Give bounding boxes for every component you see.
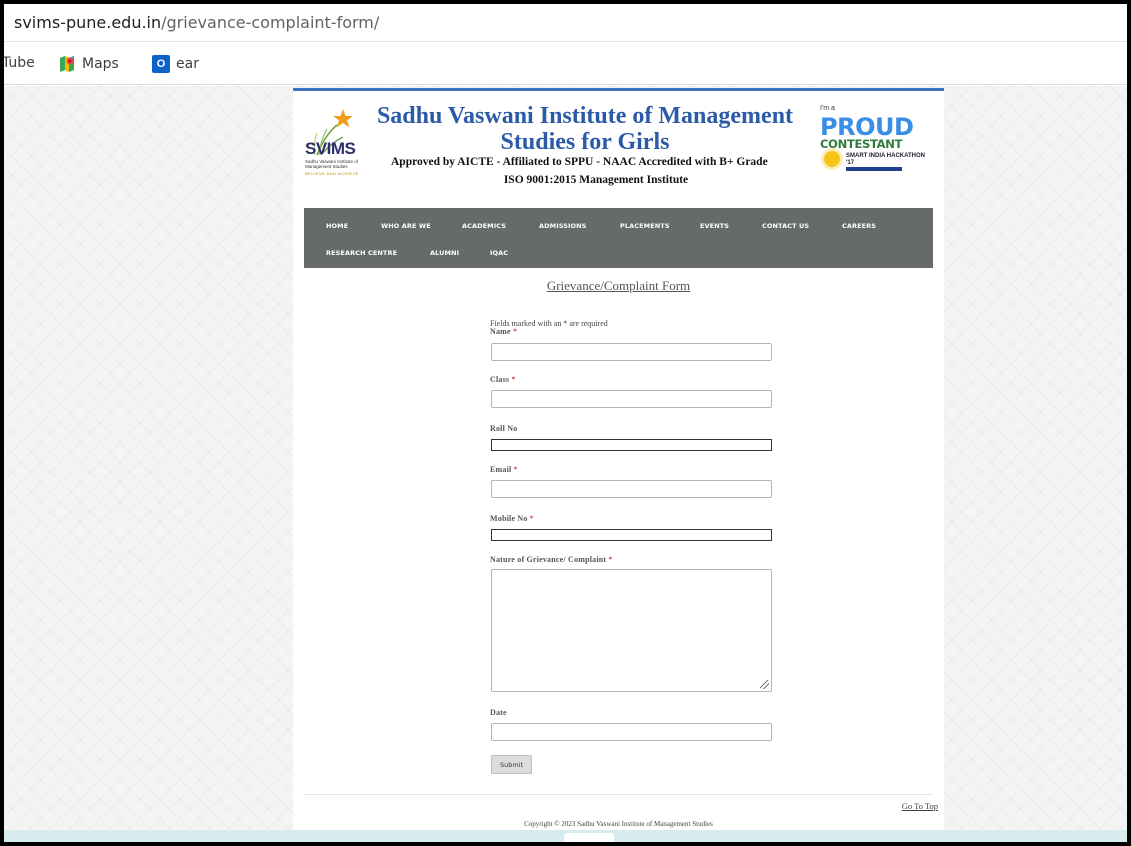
name-label-text: Name (490, 327, 511, 336)
badge-event: SMART INDIA HACKATHON '17 (846, 153, 925, 166)
institute-title: Sadhu Vaswani Institute of Management St… (376, 103, 794, 155)
roll-no-label: Roll No (490, 424, 517, 433)
class-label: Class * (490, 375, 516, 384)
resize-grip-icon[interactable] (760, 680, 769, 689)
date-label: Date (490, 708, 507, 717)
logo-subtext: Sadhu Vaswani Institute of Management St… (305, 159, 358, 169)
iso-text: ISO 9001:2015 Management Institute (503, 174, 689, 186)
nav-placements[interactable]: PLACEMENTS (620, 222, 670, 230)
bulb-icon (824, 151, 840, 167)
footer-divider (304, 794, 933, 795)
address-bar[interactable]: svims-pune.edu.in/grievance-complaint-fo… (4, 4, 1127, 42)
browser-window: svims-pune.edu.in/grievance-complaint-fo… (4, 4, 1127, 842)
nav-who-are-we[interactable]: WHO ARE WE (381, 222, 431, 230)
complaint-textarea[interactable] (491, 569, 772, 692)
required-marker: * (513, 327, 518, 336)
nav-iqac[interactable]: IQAC (490, 249, 508, 257)
bookmark-maps[interactable]: Maps (58, 55, 119, 73)
bookmark-outlook[interactable]: O ear (152, 55, 199, 73)
go-to-top-link[interactable]: Go To Top (902, 801, 938, 811)
name-input[interactable] (491, 343, 772, 361)
submit-button[interactable]: Submit (491, 755, 532, 774)
page-content: SVIMS Sadhu Vaswani Institute of Managem… (293, 88, 944, 830)
nav-research-centre[interactable]: RESEARCH CENTRE (326, 249, 397, 257)
roll-no-input[interactable] (491, 439, 772, 451)
complaint-label-text: Nature of Grievance/ Complaint (490, 555, 607, 564)
email-input[interactable] (491, 480, 772, 498)
form-title: Grievance/Complaint Form (546, 278, 691, 293)
outlook-icon: O (152, 55, 170, 73)
url-text[interactable]: svims-pune.edu.in/grievance-complaint-fo… (14, 13, 379, 32)
required-marker: * (529, 514, 534, 523)
badge-bar (846, 167, 902, 171)
url-path: /grievance-complaint-form/ (161, 13, 380, 32)
name-label: Name * (490, 327, 517, 336)
nav-events[interactable]: EVENTS (700, 222, 729, 230)
date-input[interactable] (491, 723, 772, 741)
main-nav: HOME WHO ARE WE ACADEMICS ADMISSIONS PLA… (304, 208, 933, 268)
date-label-text: Date (490, 708, 507, 717)
logo-tagline: BELIEVE AND ACHIEVE (305, 171, 359, 176)
bookmark-maps-label: Maps (82, 56, 119, 72)
class-label-text: Class (490, 375, 510, 384)
proud-contestant-badge[interactable]: I'm a PROUD CONTESTANT SMART INDIA HACKA… (816, 105, 926, 185)
copyright-text: Copyright © 2023 Sadhu Vaswani Institute… (524, 820, 713, 828)
required-marker: * (608, 555, 613, 564)
nav-admissions[interactable]: ADMISSIONS (539, 222, 586, 230)
bookmark-outlook-label: ear (176, 56, 199, 72)
maps-icon (58, 55, 76, 73)
bookmark-youtube-label: Tube (4, 55, 35, 71)
complaint-label: Nature of Grievance/ Complaint * (490, 555, 613, 564)
required-marker: * (513, 465, 518, 474)
class-input[interactable] (491, 390, 772, 408)
nav-academics[interactable]: ACADEMICS (462, 222, 506, 230)
bottom-tab (564, 833, 614, 842)
nav-careers[interactable]: CAREERS (842, 222, 876, 230)
url-domain: svims-pune.edu.in (14, 13, 162, 32)
email-label-text: Email (490, 465, 512, 474)
nav-alumni[interactable]: ALUMNI (430, 249, 459, 257)
mobile-no-label-text: Mobile No (490, 514, 528, 523)
approval-text: Approved by AICTE - Affiliated to SPPU -… (391, 156, 768, 168)
mobile-no-label: Mobile No * (490, 514, 534, 523)
nav-home[interactable]: HOME (326, 222, 348, 230)
email-label: Email * (490, 465, 518, 474)
nav-contact-us[interactable]: CONTACT US (762, 222, 809, 230)
required-marker: * (511, 375, 516, 384)
logo-text: SVIMS (305, 139, 356, 158)
badge-contestant: CONTESTANT (820, 137, 903, 151)
bookmarks-bar: Tube Maps O ear (4, 43, 1127, 85)
badge-im-a: I'm a (820, 105, 835, 112)
roll-no-label-text: Roll No (490, 424, 518, 433)
bookmark-youtube[interactable]: Tube (4, 55, 35, 71)
mobile-no-input[interactable] (491, 529, 772, 541)
